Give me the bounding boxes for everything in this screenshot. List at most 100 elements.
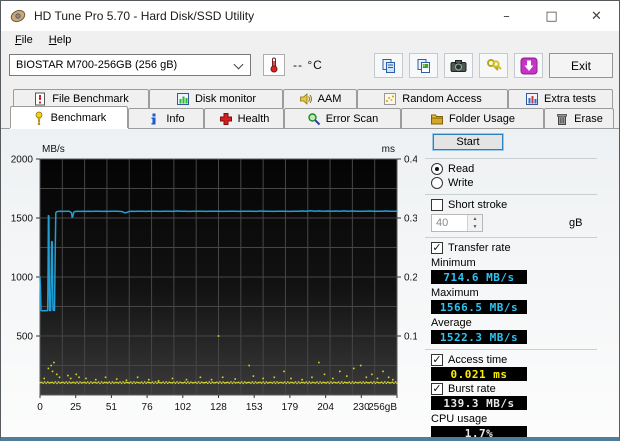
tab-row-primary: Benchmark Info Health Error Scan Folder … — [10, 106, 614, 128]
random-access-icon — [384, 93, 397, 105]
tab-label: Benchmark — [50, 111, 107, 124]
tab-benchmark[interactable]: Benchmark — [10, 106, 128, 128]
window-title: HD Tune Pro 5.70 - Hard Disk/SSD Utility — [34, 9, 255, 23]
svg-text:1000: 1000 — [11, 273, 34, 284]
write-radio[interactable] — [431, 177, 443, 189]
benchmark-chart: MB/s ms 2000 1500 1000 500 0.40 0.30 0.20 0.10 0 25… — [5, 137, 417, 429]
start-label: Start — [456, 136, 480, 148]
read-radio-label: Read — [448, 163, 475, 175]
app-icon — [10, 9, 26, 23]
svg-text:0: 0 — [37, 402, 43, 413]
short-stroke-label: Short stroke — [448, 199, 508, 211]
tab-extra-tests[interactable]: Extra tests — [508, 89, 613, 108]
tab-label: Health — [237, 112, 270, 125]
tab-info[interactable]: Info — [128, 108, 204, 128]
tab-label: Extra tests — [544, 93, 596, 105]
access-time-checkbox[interactable] — [431, 354, 443, 366]
trash-icon — [557, 113, 568, 125]
tab-folder-usage[interactable]: Folder Usage — [401, 108, 544, 128]
svg-text:0.40: 0.40 — [404, 155, 417, 166]
tab-health[interactable]: Health — [204, 108, 284, 128]
camera-icon — [450, 59, 467, 72]
svg-text:256gB: 256gB — [368, 402, 397, 413]
svg-text:MB/s: MB/s — [42, 144, 65, 155]
temperature-button[interactable] — [263, 54, 285, 76]
speaker-icon — [299, 93, 312, 105]
average-label: Average — [431, 317, 472, 329]
tab-error-scan[interactable]: Error Scan — [284, 108, 401, 128]
menu-bar: File Help — [1, 31, 619, 49]
screenshot-button[interactable] — [444, 53, 473, 78]
chart-svg: MB/s ms 2000 1500 1000 500 0.40 0.30 0.20 0.10 0 25… — [11, 144, 417, 413]
file-benchmark-icon — [35, 92, 46, 106]
svg-text:51: 51 — [106, 402, 118, 413]
benchmark-controls-panel: Start Read Write Short stroke 40 ▲ ▼ gB … — [425, 131, 611, 437]
access-time-row[interactable]: Access time — [431, 354, 611, 366]
svg-text:179: 179 — [282, 402, 299, 413]
temperature-readout: -- °C — [293, 58, 323, 72]
keys-icon — [486, 58, 502, 71]
chevron-down-icon — [234, 60, 244, 70]
minimize-button[interactable]: – — [484, 1, 529, 31]
benchmark-icon — [35, 111, 43, 125]
folder-icon — [430, 114, 443, 124]
tab-disk-monitor[interactable]: Disk monitor — [149, 89, 283, 108]
capacity-unit-label: gB — [569, 217, 583, 229]
burst-rate-label: Burst rate — [448, 383, 496, 395]
transfer-rate-row[interactable]: Transfer rate — [431, 242, 611, 254]
hd-tune-window: HD Tune Pro 5.70 - Hard Disk/SSD Utility… — [0, 0, 620, 441]
drive-select-value: BIOSTAR M700-256GB (256 gB) — [16, 59, 178, 71]
registration-button[interactable] — [479, 53, 508, 78]
svg-text:204: 204 — [317, 402, 334, 413]
burst-rate-row[interactable]: Burst rate — [431, 383, 611, 395]
tab-erase[interactable]: Erase — [544, 108, 614, 128]
maximize-button[interactable]: □ — [529, 1, 574, 31]
spin-down-icon[interactable]: ▼ — [468, 223, 482, 231]
short-stroke-row[interactable]: Short stroke — [431, 199, 611, 211]
write-radio-row[interactable]: Write — [431, 177, 611, 189]
spin-up-icon[interactable]: ▲ — [468, 215, 482, 223]
exit-button[interactable]: Exit — [549, 53, 613, 78]
separator — [425, 349, 597, 350]
tab-label: Folder Usage — [448, 112, 516, 125]
separator — [425, 158, 597, 159]
separator — [425, 194, 597, 195]
toolbar: BIOSTAR M700-256GB (256 gB) -- °C Exit — [1, 49, 619, 88]
disk-monitor-icon — [176, 93, 189, 105]
close-button[interactable]: ✕ — [574, 1, 619, 31]
transfer-rate-checkbox[interactable] — [431, 242, 443, 254]
update-button[interactable] — [514, 53, 543, 78]
transfer-rate-label: Transfer rate — [448, 242, 511, 254]
svg-text:128: 128 — [210, 402, 227, 413]
short-stroke-capacity-spinner[interactable]: 40 ▲ ▼ — [431, 214, 483, 232]
minimum-label: Minimum — [431, 257, 476, 269]
tab-label: Error Scan — [325, 112, 379, 125]
drive-select[interactable]: BIOSTAR M700-256GB (256 gB) — [9, 54, 251, 76]
read-radio-row[interactable]: Read — [431, 163, 611, 175]
capacity-value: 40 — [436, 217, 449, 229]
tab-label: Erase — [574, 112, 603, 125]
tab-random-access[interactable]: Random Access — [357, 89, 508, 108]
copy-text-button[interactable] — [374, 53, 403, 78]
start-button[interactable]: Start — [432, 133, 504, 151]
copy-image-icon — [417, 58, 430, 73]
write-radio-label: Write — [448, 177, 474, 189]
extra-tests-icon — [526, 93, 539, 105]
short-stroke-checkbox[interactable] — [431, 199, 443, 211]
svg-text:ms: ms — [382, 144, 395, 155]
exit-label: Exit — [570, 58, 591, 73]
menu-help[interactable]: Help — [42, 33, 79, 47]
copy-image-button[interactable] — [409, 53, 438, 78]
cpu-usage-value: 1.7% — [431, 426, 527, 437]
menu-file[interactable]: File — [8, 33, 40, 47]
tab-label: Random Access — [402, 93, 482, 105]
burst-rate-value: 139.3 MB/s — [431, 396, 527, 410]
download-arrow-icon — [520, 57, 537, 74]
svg-text:102: 102 — [174, 402, 191, 413]
svg-text:0.20: 0.20 — [404, 273, 417, 284]
tab-label: AAM — [317, 93, 342, 105]
burst-rate-checkbox[interactable] — [431, 383, 443, 395]
read-radio[interactable] — [431, 163, 443, 175]
average-value: 1522.3 MB/s — [431, 330, 527, 344]
tab-aam[interactable]: AAM — [283, 89, 357, 108]
